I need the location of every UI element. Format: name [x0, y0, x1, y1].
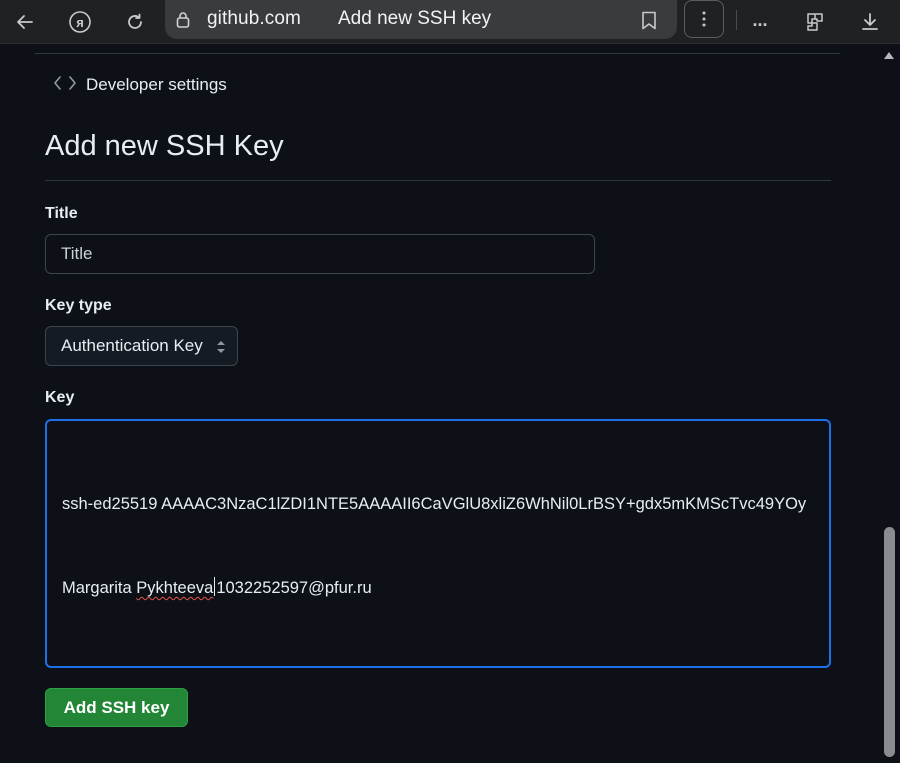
scrollbar-thumb[interactable]	[884, 527, 895, 757]
resize-handle-icon[interactable]	[819, 656, 827, 664]
back-arrow-icon[interactable]	[9, 6, 41, 38]
more-icon[interactable]: ...	[748, 6, 772, 34]
lock-icon[interactable]	[173, 9, 193, 29]
key-type-select[interactable]: Authentication Key	[45, 326, 238, 366]
title-divider	[45, 180, 831, 181]
browser-toolbar: я github.com Add new SSH key ...	[0, 0, 900, 44]
yandex-logo-icon[interactable]: я	[64, 6, 96, 38]
address-domain: github.com	[207, 8, 301, 29]
developer-settings-link[interactable]: Developer settings	[54, 74, 227, 96]
extensions-icon[interactable]	[799, 6, 831, 38]
key-type-selected-value: Authentication Key	[61, 336, 203, 355]
address-bar[interactable]: github.com Add new SSH key	[165, 0, 677, 39]
developer-settings-label: Developer settings	[86, 75, 227, 94]
key-text-name: Margarita	[62, 579, 137, 597]
title-label: Title	[45, 205, 78, 222]
address-page-title: Add new SSH key	[338, 8, 492, 29]
download-icon[interactable]	[854, 6, 886, 38]
scroll-up-arrow-icon[interactable]	[884, 52, 894, 59]
section-divider	[35, 53, 840, 54]
key-text-misspelled-word: Pykhteeva	[136, 579, 214, 597]
toolbar-separator	[736, 10, 737, 30]
key-textarea[interactable]: ssh-ed25519 AAAAC3NzaC1lZDI1NTE5AAAAII6C…	[45, 419, 831, 668]
key-label: Key	[45, 389, 75, 406]
key-text-line-1: ssh-ed25519 AAAAC3NzaC1lZDI1NTE5AAAAII6C…	[62, 495, 807, 513]
key-text-line-2: Margarita Pykhteeva 1032252597@pfur.ru	[62, 574, 814, 602]
code-icon	[54, 75, 76, 95]
kebab-menu-icon[interactable]	[684, 0, 724, 38]
select-caret-icon	[215, 338, 227, 356]
add-ssh-key-button[interactable]: Add SSH key	[45, 688, 188, 727]
page-title: Add new SSH Key	[45, 130, 284, 162]
key-type-label: Key type	[45, 297, 112, 314]
svg-text:я: я	[76, 15, 84, 30]
reload-icon[interactable]	[119, 6, 151, 38]
title-input[interactable]	[45, 234, 595, 274]
key-text-email: 1032252597@pfur.ru	[216, 579, 372, 597]
bookmark-icon[interactable]	[637, 8, 661, 32]
